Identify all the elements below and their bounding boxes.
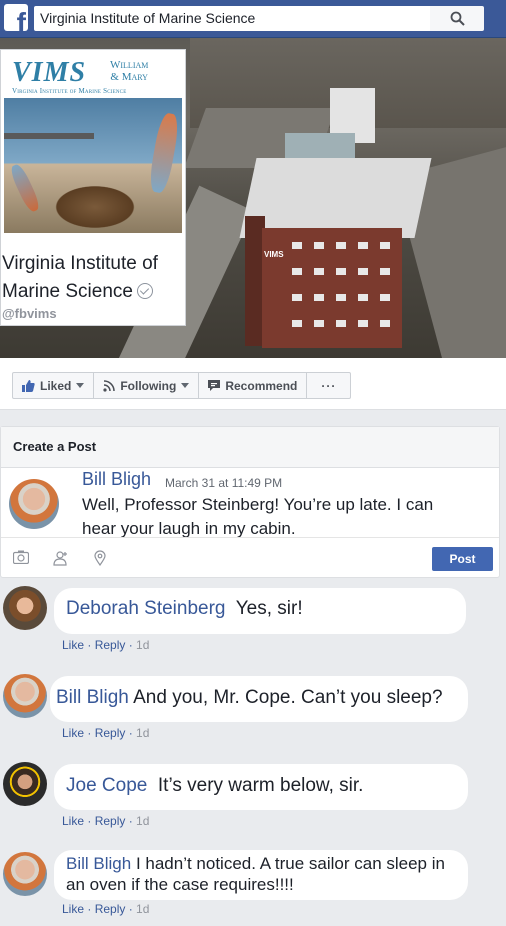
create-post-card: Create a Post Bill Bligh March 31 at 11:…	[0, 426, 500, 578]
comment-bubble: Bill Bligh I hadn’t noticed. A true sail…	[54, 850, 468, 900]
crab-image	[50, 183, 140, 231]
like-link[interactable]: Like	[62, 638, 84, 652]
post-button[interactable]: Post	[432, 547, 493, 571]
comment-actions: Like · Reply · 1d	[62, 902, 150, 916]
reply-link[interactable]: Reply	[95, 726, 126, 740]
camera-icon[interactable]	[13, 550, 29, 564]
avatar[interactable]	[3, 674, 47, 718]
create-post-header: Create a Post	[1, 427, 499, 468]
like-link[interactable]: Like	[62, 902, 84, 916]
chevron-down-icon	[181, 383, 190, 388]
rss-feed-icon	[103, 379, 116, 392]
liked-button[interactable]: Liked	[13, 373, 95, 398]
search-input-value: Virginia Institute of Marine Science	[40, 10, 256, 26]
recommend-button[interactable]: Recommend	[199, 373, 308, 398]
reply-link[interactable]: Reply	[95, 902, 126, 916]
speech-bubble-icon	[208, 379, 221, 391]
page-handle[interactable]: @fbvims	[2, 306, 57, 321]
facebook-logo-icon[interactable]: f	[4, 4, 28, 31]
comment-author[interactable]: Bill Bligh	[56, 687, 129, 708]
create-post-title: Create a Post	[13, 439, 97, 454]
comment-actions: Like · Reply · 1d	[62, 814, 150, 828]
search-input[interactable]: Virginia Institute of Marine Science	[34, 6, 430, 31]
top-navigation-bar: f Virginia Institute of Marine Science	[0, 0, 506, 38]
page-title[interactable]: Virginia Institute of Marine Science	[1, 250, 187, 306]
post-timestamp[interactable]: March 31 at 11:49 PM	[165, 476, 282, 490]
comment-text: And you, Mr. Cope. Can’t you sleep?	[133, 687, 443, 708]
location-pin-icon[interactable]	[94, 550, 106, 566]
page-action-bar: Liked Following Recommend ···	[0, 358, 506, 410]
comment-author[interactable]: Bill Bligh	[66, 854, 131, 873]
verified-badge-icon	[136, 283, 153, 299]
building-sign: VIMS	[264, 250, 284, 259]
avatar[interactable]	[3, 762, 47, 806]
reply-link[interactable]: Reply	[95, 814, 126, 828]
search-button[interactable]	[430, 6, 484, 31]
profile-picture[interactable]: VIMS William & Mary Virginia Institute o…	[4, 53, 182, 233]
comment-time[interactable]: 1d	[136, 814, 149, 828]
vims-logo: VIMS	[12, 57, 87, 88]
search-icon	[450, 11, 465, 26]
logo-subtitle: Virginia Institute of Marine Science	[12, 87, 127, 95]
comment-text: Yes, sir!	[235, 598, 303, 619]
comment-time[interactable]: 1d	[136, 902, 149, 916]
comment-text: It’s very warm below, sir.	[157, 775, 364, 796]
more-options-button[interactable]: ···	[307, 373, 350, 398]
page-profile-card: VIMS William & Mary Virginia Institute o…	[0, 49, 186, 326]
comment-author[interactable]: Deborah Steinberg	[66, 598, 226, 619]
post-text: Well, Professor Steinberg! You’re up lat…	[82, 495, 434, 538]
avatar[interactable]	[3, 586, 47, 630]
chevron-down-icon	[76, 383, 85, 388]
william-mary-logo: William & Mary	[110, 59, 149, 84]
comment-actions: Like · Reply · 1d	[62, 726, 150, 740]
comment-author[interactable]: Joe Cope	[66, 775, 147, 796]
comment-bubble: Deborah Steinberg Yes, sir!	[54, 588, 466, 634]
comment-actions: Like · Reply · 1d	[62, 638, 150, 652]
post-author-name[interactable]: Bill Bligh	[82, 469, 151, 490]
like-link[interactable]: Like	[62, 726, 84, 740]
create-post-footer: Post	[1, 537, 499, 578]
like-link[interactable]: Like	[62, 814, 84, 828]
following-button[interactable]: Following	[94, 373, 200, 398]
avatar[interactable]	[3, 852, 47, 896]
avatar[interactable]	[9, 479, 59, 529]
tag-friends-icon[interactable]	[53, 550, 69, 566]
comment-bubble: Bill Bligh And you, Mr. Cope. Can’t you …	[50, 676, 468, 722]
comment-bubble: Joe Cope It’s very warm below, sir.	[54, 764, 468, 810]
comment-time[interactable]: 1d	[136, 638, 149, 652]
comment-time[interactable]: 1d	[136, 726, 149, 740]
reply-link[interactable]: Reply	[95, 638, 126, 652]
thumbs-up-icon	[22, 379, 35, 392]
